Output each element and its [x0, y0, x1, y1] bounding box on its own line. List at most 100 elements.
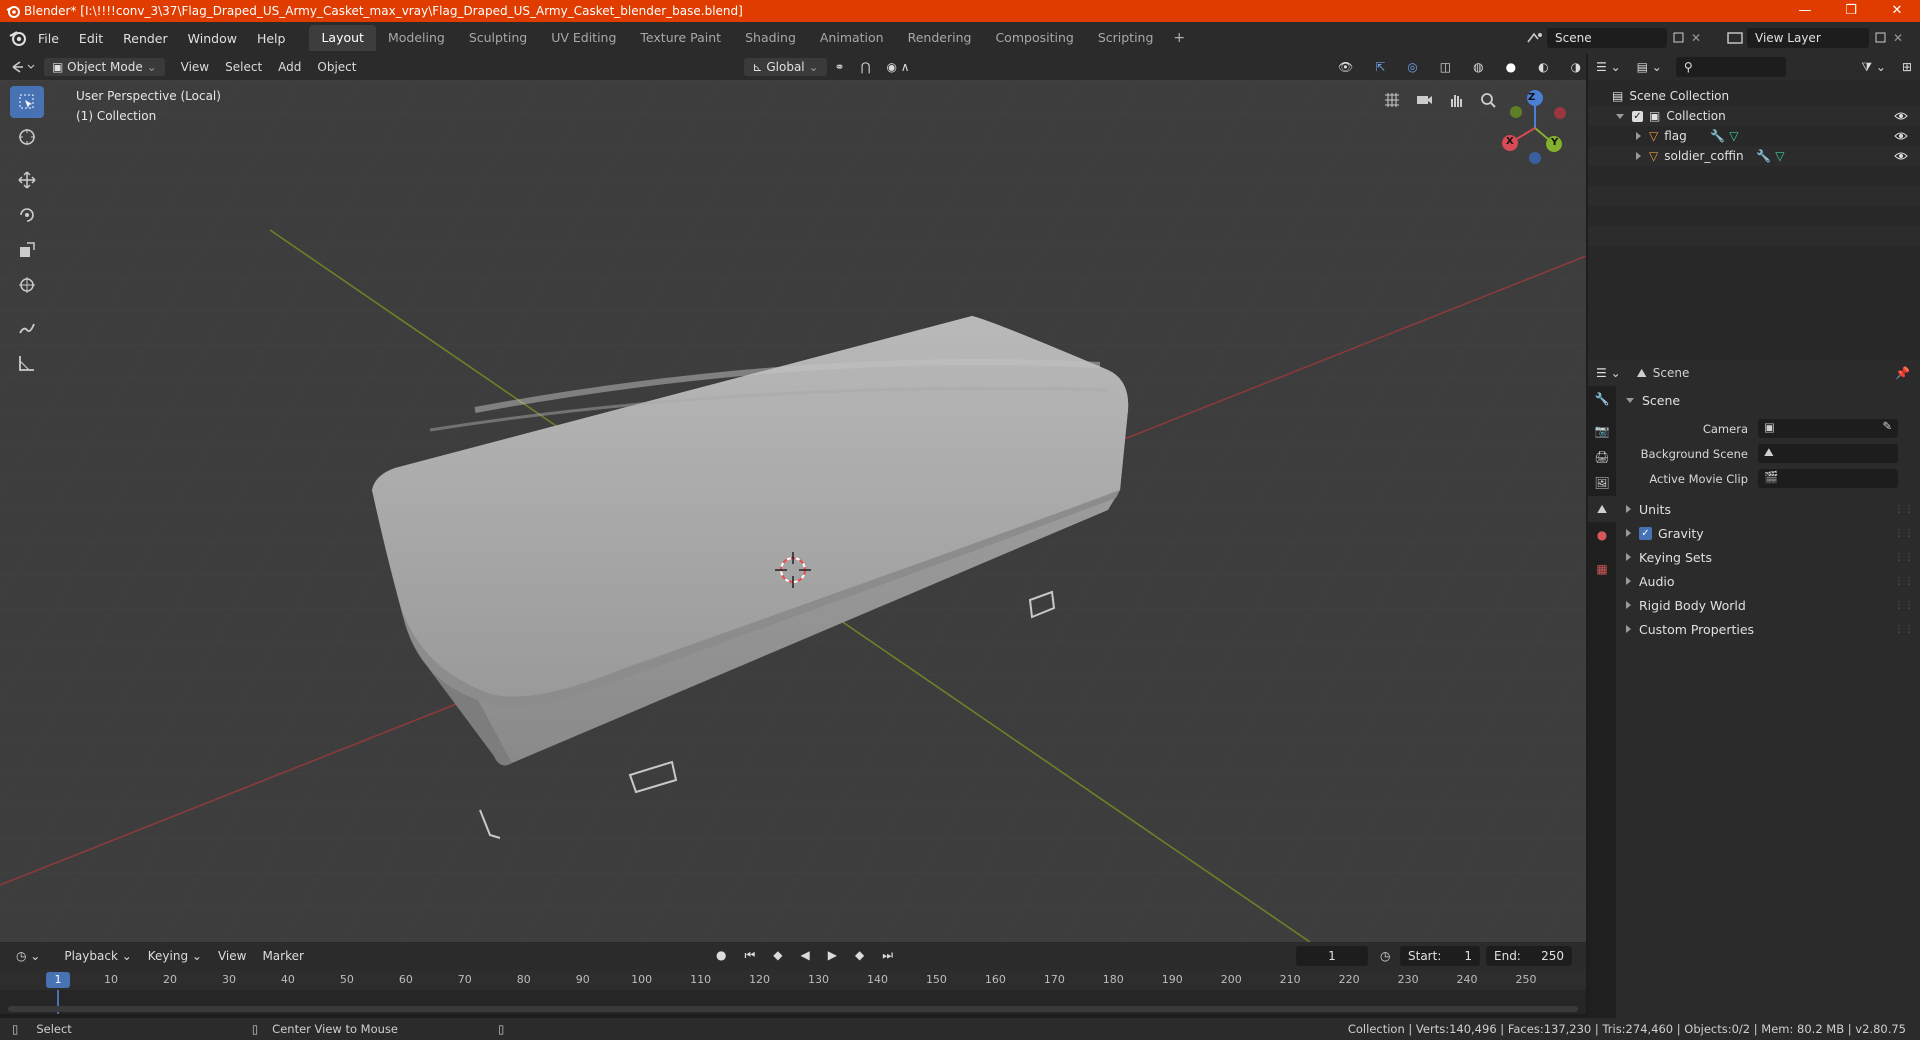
menu-view[interactable]: View — [173, 58, 217, 76]
render-tab-icon[interactable]: 📷 — [1588, 418, 1616, 444]
record-icon[interactable]: ● — [708, 946, 734, 965]
tool-tab-icon[interactable]: 🔧 — [1588, 386, 1616, 412]
expand-collection-icon[interactable] — [1616, 113, 1624, 119]
scene-tab-icon[interactable]: ⛰ — [1588, 496, 1616, 522]
timeline-editor-icon[interactable]: ◷ ⌄ — [8, 947, 48, 965]
drag-handle-icon[interactable]: ⋮⋮ — [1894, 528, 1914, 539]
eye-icon[interactable] — [1894, 110, 1908, 122]
menu-render[interactable]: Render — [113, 31, 178, 46]
camera-field[interactable]: ▣ ✎ — [1758, 419, 1898, 438]
select-box-tool-icon[interactable] — [10, 86, 44, 118]
new-collection-icon[interactable]: ⊞ — [1894, 58, 1920, 76]
tab-texture-paint[interactable]: Texture Paint — [628, 25, 733, 51]
transform-orientation-dropdown[interactable]: ⊾ Global ⌄ — [744, 58, 827, 76]
menu-file[interactable]: File — [28, 31, 69, 46]
background-scene-field[interactable]: ⛰ — [1758, 444, 1898, 463]
output-tab-icon[interactable]: 🖨 — [1588, 444, 1616, 470]
maximize-button[interactable]: ❐ — [1828, 0, 1874, 22]
overlay-toggle-icon[interactable]: ◎ — [1399, 58, 1425, 76]
drag-handle-icon[interactable]: ⋮⋮ — [1894, 624, 1914, 635]
outliner-row-collection[interactable]: ✓ ▣ Collection — [1588, 106, 1920, 126]
eye-icon[interactable] — [1894, 130, 1908, 142]
gizmo-toggle-icon[interactable]: ⇱ — [1367, 58, 1393, 76]
minimize-button[interactable]: — — [1782, 0, 1828, 22]
editor-type-icon[interactable] — [8, 58, 38, 76]
3d-viewport[interactable]: Z Y X User Perspective (Local) (1) Colle… — [0, 80, 1586, 942]
expand-flag-icon[interactable] — [1636, 132, 1641, 140]
remove-view-layer-icon[interactable]: ✕ — [1893, 31, 1903, 45]
zoom-icon[interactable] — [1476, 88, 1500, 112]
view-layer-name-field[interactable]: View Layer — [1747, 28, 1869, 48]
pan-hand-icon[interactable] — [1444, 88, 1468, 112]
units-panel-header[interactable]: Units ⋮⋮ — [1616, 497, 1920, 521]
copy-scene-icon[interactable] — [1671, 30, 1687, 46]
menu-marker[interactable]: Marker — [254, 947, 311, 965]
cursor-tool-icon[interactable] — [10, 121, 44, 153]
rigid-body-world-panel-header[interactable]: Rigid Body World ⋮⋮ — [1616, 593, 1920, 617]
remove-scene-icon[interactable]: ✕ — [1691, 31, 1701, 45]
menu-object[interactable]: Object — [309, 58, 364, 76]
audio-panel-header[interactable]: Audio ⋮⋮ — [1616, 569, 1920, 593]
view-layer-tab-icon[interactable]: 🖼 — [1588, 470, 1616, 496]
filter-icon[interactable]: ⧩ ⌄ — [1853, 58, 1894, 77]
blender-menu-icon[interactable] — [8, 28, 28, 48]
gravity-panel-header[interactable]: ✓ Gravity ⋮⋮ — [1616, 521, 1920, 545]
tab-sculpting[interactable]: Sculpting — [457, 25, 539, 51]
move-tool-icon[interactable] — [10, 164, 44, 196]
snap-icon[interactable]: ⋂ — [853, 58, 879, 76]
annotate-tool-icon[interactable] — [10, 312, 44, 344]
eyedropper-icon[interactable]: ✎ — [1882, 419, 1892, 433]
outliner-search-input[interactable]: ⚲ — [1675, 57, 1786, 77]
add-workspace-button[interactable]: + — [1165, 25, 1193, 51]
close-button[interactable]: ✕ — [1874, 0, 1920, 22]
outliner-row-scene-collection[interactable]: ▤ Scene Collection — [1588, 86, 1920, 106]
tab-rendering[interactable]: Rendering — [896, 25, 984, 51]
pivot-point-icon[interactable]: ⚭ — [827, 58, 853, 76]
outliner-row-flag[interactable]: ▽ flag 🔧 ▽ — [1588, 126, 1920, 146]
solid-shading-icon[interactable]: ● — [1498, 58, 1524, 76]
expand-coffin-icon[interactable] — [1636, 152, 1641, 160]
tab-animation[interactable]: Animation — [808, 25, 896, 51]
menu-keying[interactable]: Keying ⌄ — [140, 947, 210, 965]
transform-tool-icon[interactable] — [10, 269, 44, 301]
material-shading-icon[interactable]: ◐ — [1530, 58, 1556, 76]
scale-tool-icon[interactable] — [10, 234, 44, 266]
tab-uv-editing[interactable]: UV Editing — [539, 25, 628, 51]
grid-view-icon[interactable] — [1380, 88, 1404, 112]
visibility-icon[interactable]: 👁 — [1330, 58, 1361, 76]
drag-handle-icon[interactable]: ⋮⋮ — [1894, 576, 1914, 587]
next-keyframe-icon[interactable]: ◆ — [847, 946, 872, 965]
rotate-tool-icon[interactable] — [10, 199, 44, 231]
view-layer-selector[interactable]: View Layer ✕ — [1725, 27, 1915, 49]
jump-end-icon[interactable]: ⏭ — [874, 946, 901, 965]
display-mode-icon[interactable]: ▤ ⌄ — [1629, 58, 1670, 76]
tab-modeling[interactable]: Modeling — [376, 25, 457, 51]
collection-exclude-checkbox[interactable]: ✓ — [1632, 110, 1643, 122]
timeline-body[interactable]: 1 10 20 30 40 50 60 70 80 90 100 110 120 130 140 150 160… — [0, 970, 1586, 1014]
tab-compositing[interactable]: Compositing — [983, 25, 1085, 51]
active-movie-clip-field[interactable]: 🎬 — [1758, 469, 1898, 488]
outliner-row-soldier-coffin[interactable]: ▽ soldier_coffin 🔧 ▽ — [1588, 146, 1920, 166]
drag-handle-icon[interactable]: ⋮⋮ — [1894, 552, 1914, 563]
pin-icon[interactable]: 📌 — [1895, 366, 1910, 380]
tab-shading[interactable]: Shading — [733, 25, 808, 51]
drag-handle-icon[interactable]: ⋮⋮ — [1894, 504, 1914, 515]
play-reverse-icon[interactable]: ◀ — [793, 946, 818, 965]
menu-select[interactable]: Select — [217, 58, 270, 76]
menu-add[interactable]: Add — [270, 58, 309, 76]
object-mode-dropdown[interactable]: ▣ Object Mode ⌄ — [44, 58, 165, 76]
wireframe-shading-icon[interactable]: ◍ — [1465, 58, 1491, 76]
properties-editor-icon[interactable]: ☰ ⌄ — [1588, 364, 1629, 382]
rendered-shading-icon[interactable]: ◑ — [1563, 58, 1589, 76]
eye-icon[interactable] — [1894, 150, 1908, 162]
outliner-editor-icon[interactable]: ☰ ⌄ — [1588, 58, 1629, 76]
clock-icon[interactable]: ◷ — [1372, 947, 1398, 965]
keying-sets-panel-header[interactable]: Keying Sets ⋮⋮ — [1616, 545, 1920, 569]
world-tab-icon[interactable]: ● — [1588, 522, 1616, 548]
prev-keyframe-icon[interactable]: ◆ — [765, 946, 790, 965]
play-icon[interactable]: ▶ — [820, 946, 845, 965]
custom-properties-panel-header[interactable]: Custom Properties ⋮⋮ — [1616, 617, 1920, 641]
tab-layout[interactable]: Layout — [309, 25, 376, 51]
measure-tool-icon[interactable] — [10, 347, 44, 379]
copy-view-layer-icon[interactable] — [1873, 30, 1889, 46]
